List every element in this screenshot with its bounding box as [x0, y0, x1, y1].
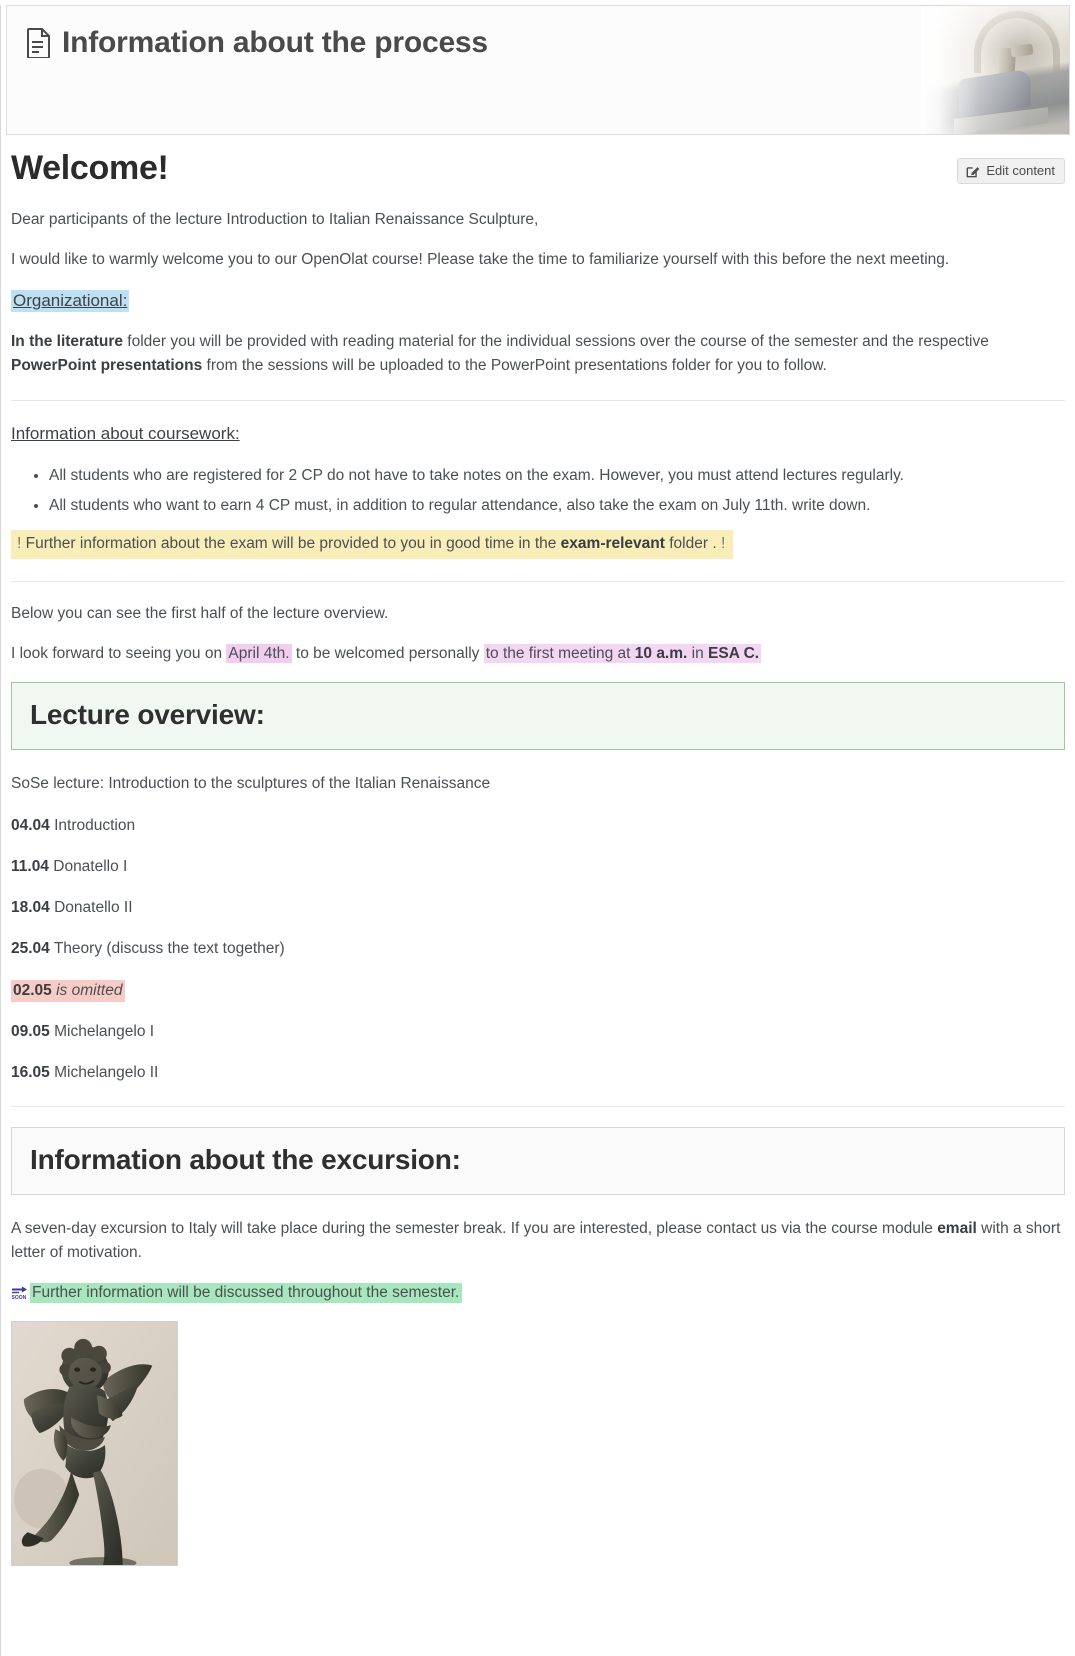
closing-hl-2d: ESA C. [708, 645, 760, 663]
organizational-heading-paragraph: Organizational: [11, 288, 1065, 314]
page-root: Information about the process Edit conte… [0, 5, 1075, 1656]
page-title: Welcome! [11, 149, 169, 187]
greeting-paragraph: Dear participants of the lecture Introdu… [11, 211, 539, 228]
session-row: 09.05 Michelangelo I [11, 1020, 1065, 1043]
divider-1 [11, 400, 1065, 402]
closing-text-1: I look forward to seeing you on [11, 645, 227, 663]
session-date: 25.04 [11, 940, 50, 958]
session-date: 16.05 [11, 1064, 50, 1082]
banner-title-group: Information about the process [27, 26, 488, 60]
coursework-list: All students who are registered for 2 CP… [11, 464, 1065, 518]
exam-notice-wrap: ! Further information about the exam wil… [11, 529, 1065, 560]
session-row: 11.04 Donatello I [11, 855, 1065, 878]
session-date: 04.04 [11, 816, 50, 834]
bottom-spacer [11, 1566, 1065, 1656]
exam-notice-bold: exam-relevant [560, 534, 665, 552]
svg-text:SOON: SOON [12, 1295, 27, 1300]
lecture-overview-callout: Lecture overview: [11, 682, 1065, 751]
lecture-overview-heading: Lecture overview: [30, 699, 265, 731]
coursework-heading: Information about coursework: [11, 424, 240, 444]
divider-3 [11, 1106, 1065, 1108]
organizational-bold-2: PowerPoint presentations [11, 357, 203, 375]
edit-content-label: Edit content [986, 163, 1055, 178]
closing-hl-2a: to the first meeting at [485, 645, 635, 663]
content-area: Edit content Welcome! Dear participants … [1, 149, 1075, 1656]
coursework-heading-paragraph: Information about coursework: [11, 421, 1065, 447]
exam-notice-text-1: Further information about the exam will … [25, 534, 561, 552]
session-date: 02.05 [13, 981, 52, 999]
excursion-bold: email [937, 1220, 977, 1238]
banner-title-text: Information about the process [62, 26, 488, 59]
session-row: 04.04 Introduction [11, 814, 1065, 837]
session-topic: Donatello I [53, 857, 128, 875]
closing-hl-2b: 10 a.m. [634, 645, 688, 663]
banner-photo [921, 6, 1069, 134]
closing-paragraph: I look forward to seeing you on April 4t… [11, 642, 1065, 666]
list-item: All students who are registered for 2 CP… [49, 464, 1065, 488]
session-date: 18.04 [11, 899, 50, 917]
session-date: 09.05 [11, 1022, 50, 1040]
session-row: 02.05 is omitted [11, 979, 1065, 1002]
closing-highlight-date: April 4th. [226, 644, 292, 664]
session-date: 11.04 [11, 857, 49, 875]
organizational-body: In the literature folder you will be pro… [11, 330, 1065, 378]
lecture-overview-subtitle: SoSe lecture: Introduction to the sculpt… [11, 775, 491, 793]
session-topic: is omitted [56, 981, 123, 999]
document-icon [27, 28, 51, 58]
soon-arrow-emoji-icon: SOON [11, 1285, 28, 1300]
session-highlight: 02.05 is omitted [11, 979, 126, 1002]
organizational-heading: Organizational: [11, 290, 130, 313]
session-topic: Donatello II [54, 899, 133, 917]
organizational-text-2: from the sessions will be uploaded to th… [202, 357, 827, 375]
below-note: Below you can see the first half of the … [11, 605, 389, 623]
closing-text-2: to be welcomed personally [291, 645, 484, 663]
closing-highlight-meeting: to the first meeting at 10 a.m. in ESA C… [483, 644, 762, 664]
session-row: 25.04 Theory (discuss the text together) [11, 937, 1065, 960]
organizational-bold-1: In the literature [11, 333, 123, 351]
organizational-text-1: folder you will be provided with reading… [122, 333, 989, 351]
intro-paragraph: I would like to warmly welcome you to ou… [11, 251, 950, 269]
pencil-square-icon [966, 164, 980, 178]
session-row: 16.05 Michelangelo II [11, 1061, 1065, 1084]
exam-notice-text-2: folder . [664, 534, 721, 552]
excursion-callout: Information about the excursion: [11, 1127, 1065, 1196]
excursion-body: A seven-day excursion to Italy will take… [11, 1217, 1065, 1265]
session-topic: Michelangelo II [54, 1064, 159, 1082]
excursion-text-1: A seven-day excursion to Italy will take… [11, 1220, 938, 1238]
putto-with-dolphin-image [11, 1321, 178, 1567]
exam-notice-mark-left: ! [17, 534, 22, 552]
closing-hl-2c: in [687, 645, 709, 663]
session-topic: Introduction [54, 816, 136, 834]
course-banner: Information about the process [6, 5, 1070, 135]
session-topic: Michelangelo I [54, 1022, 155, 1040]
edit-content-button[interactable]: Edit content [957, 158, 1065, 184]
excursion-soon-text: Further information will be discussed th… [30, 1283, 463, 1304]
list-item: All students who want to earn 4 CP must,… [49, 494, 1065, 518]
session-row: 18.04 Donatello II [11, 896, 1065, 919]
session-topic: Theory (discuss the text together) [53, 940, 285, 958]
exam-notice: ! Further information about the exam wil… [11, 529, 734, 560]
excursion-heading: Information about the excursion: [30, 1144, 461, 1176]
exam-notice-mark-right: ! [720, 534, 726, 552]
excursion-soon-line: SOON Further information will be discusse… [11, 1281, 1065, 1305]
divider-2 [11, 581, 1065, 583]
